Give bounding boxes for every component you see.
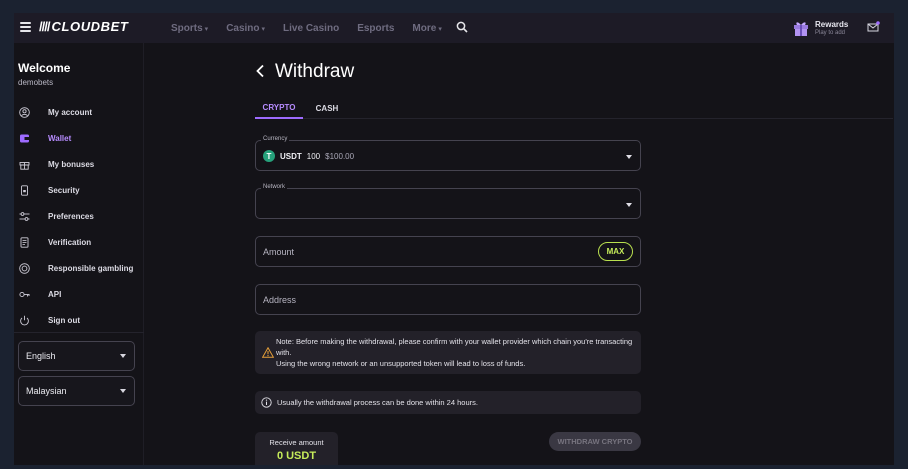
amount-placeholder: Amount — [263, 247, 295, 257]
tether-icon: T — [263, 150, 275, 162]
network-legend: Network — [261, 184, 288, 190]
shield-circle-icon — [19, 262, 30, 274]
sidebar-item-my-bonuses[interactable]: My bonuses — [14, 151, 144, 177]
search-icon[interactable] — [456, 21, 468, 33]
caret-down-icon — [120, 354, 126, 358]
gift-icon — [19, 161, 30, 170]
mail-icon[interactable] — [867, 21, 880, 33]
hamburger-menu-icon[interactable] — [20, 22, 31, 32]
sidebar-item-label: Verification — [48, 237, 92, 247]
sidebar-item-preferences[interactable]: Preferences — [14, 203, 144, 229]
power-icon — [20, 315, 29, 325]
sidebar-item-verification[interactable]: Verification — [14, 229, 144, 255]
receive-amount-card: Receive amount 0 USDT — [255, 432, 338, 465]
chevron-down-icon: ▾ — [204, 25, 209, 33]
network-warning-note: Note: Before making the withdrawal, plea… — [255, 331, 641, 374]
nav-esports[interactable]: Esports — [357, 23, 394, 34]
back-arrow-icon[interactable] — [255, 64, 265, 78]
language-select-value: English — [26, 351, 56, 361]
username: demobets — [18, 78, 54, 87]
caret-down-icon — [626, 203, 632, 207]
receive-amount-label: Receive amount — [269, 438, 324, 447]
nav-sports[interactable]: Sports ▾ — [171, 23, 208, 34]
caret-down-icon — [120, 389, 126, 393]
withdraw-tabs: CRYPTO CASH — [255, 97, 893, 119]
region-select-value: Malaysian — [26, 386, 67, 396]
processing-time-info: Usually the withdrawal process can be do… — [255, 391, 641, 414]
sidebar-item-label: API — [48, 289, 62, 299]
sidebar-item-label: Preferences — [48, 211, 94, 221]
document-icon — [20, 236, 29, 248]
nav-casino[interactable]: Casino ▾ — [226, 23, 265, 34]
main-nav: Sports ▾ Casino ▾ Live Casino Esports More… — [171, 13, 460, 43]
info-icon — [261, 397, 272, 408]
tab-crypto[interactable]: CRYPTO — [255, 97, 303, 119]
currency-usd-value: $100.00 — [325, 151, 355, 161]
receive-amount-value: 0 USDT — [276, 450, 317, 462]
region-select[interactable]: Malaysian — [18, 376, 135, 406]
nav-more[interactable]: More ▾ — [412, 23, 441, 34]
top-bar: ////CLOUDBET Sports ▾ Casino ▾ Live Casino… — [14, 13, 894, 43]
phone-lock-icon — [21, 184, 28, 196]
rewards-subtitle: Play to add — [815, 30, 846, 36]
warning-icon — [262, 347, 274, 358]
sidebar-item-label: Responsible gambling — [48, 263, 134, 273]
sidebar-item-label: My account — [48, 107, 93, 117]
currency-select[interactable]: Currency T USDT 100 $100.00 — [255, 136, 641, 171]
address-placeholder: Address — [263, 295, 297, 305]
withdraw-crypto-button[interactable]: WITHDRAW CRYPTO — [549, 432, 641, 451]
currency-code: USDT — [280, 151, 302, 161]
chevron-down-icon: ▾ — [261, 25, 266, 33]
sidebar-item-my-account[interactable]: My account — [14, 99, 144, 125]
amount-input[interactable]: Amount MAX — [255, 236, 641, 267]
sidebar-item-sign-out[interactable]: Sign out — [14, 307, 144, 333]
sidebar: Welcome demobets My account Wallet My bo… — [14, 43, 144, 465]
sidebar-item-label: My bonuses — [48, 159, 95, 169]
address-input[interactable]: Address — [255, 284, 641, 315]
account-menu: My account Wallet My bonuses Security Pr… — [14, 99, 144, 333]
user-circle-icon — [19, 106, 30, 118]
nav-live-casino[interactable]: Live Casino — [283, 23, 339, 34]
currency-balance: 100 — [306, 151, 321, 161]
sidebar-item-label: Security — [48, 185, 80, 195]
sidebar-item-label: Sign out — [48, 315, 80, 325]
sidebar-item-api[interactable]: API — [14, 281, 144, 307]
tab-cash[interactable]: CASH — [307, 97, 347, 119]
main-content: Withdraw CRYPTO CASH Currency T USDT 100… — [145, 43, 894, 465]
logo[interactable]: ////CLOUDBET — [39, 19, 128, 34]
wallet-icon — [20, 134, 29, 142]
rewards-button[interactable]: Rewards Play to add — [792, 15, 848, 41]
sidebar-item-responsible-gambling[interactable]: Responsible gambling — [14, 255, 144, 281]
app-frame: ////CLOUDBET Sports ▾ Casino ▾ Live Casino… — [14, 13, 894, 465]
max-button[interactable]: MAX — [598, 242, 633, 261]
rewards-title: Rewards — [815, 20, 849, 29]
key-icon — [19, 291, 30, 297]
note-line-1: Note: Before making the withdrawal, plea… — [276, 337, 633, 357]
network-select[interactable]: Network — [255, 184, 641, 219]
gift-icon — [794, 22, 808, 36]
language-select[interactable]: English — [18, 341, 135, 371]
welcome-heading: Welcome — [18, 61, 71, 75]
note-line-2: Using the wrong network or an unsupporte… — [276, 359, 526, 368]
page-title: Withdraw — [275, 61, 355, 82]
caret-down-icon — [626, 155, 632, 159]
sidebar-divider — [14, 332, 144, 333]
sidebar-item-security[interactable]: Security — [14, 177, 144, 203]
info-text: Usually the withdrawal process can be do… — [277, 398, 478, 407]
chevron-down-icon: ▾ — [438, 25, 442, 33]
sliders-icon — [19, 211, 30, 221]
currency-legend: Currency — [261, 136, 290, 142]
sidebar-item-label: Wallet — [48, 133, 72, 143]
sidebar-item-wallet[interactable]: Wallet — [14, 125, 144, 151]
